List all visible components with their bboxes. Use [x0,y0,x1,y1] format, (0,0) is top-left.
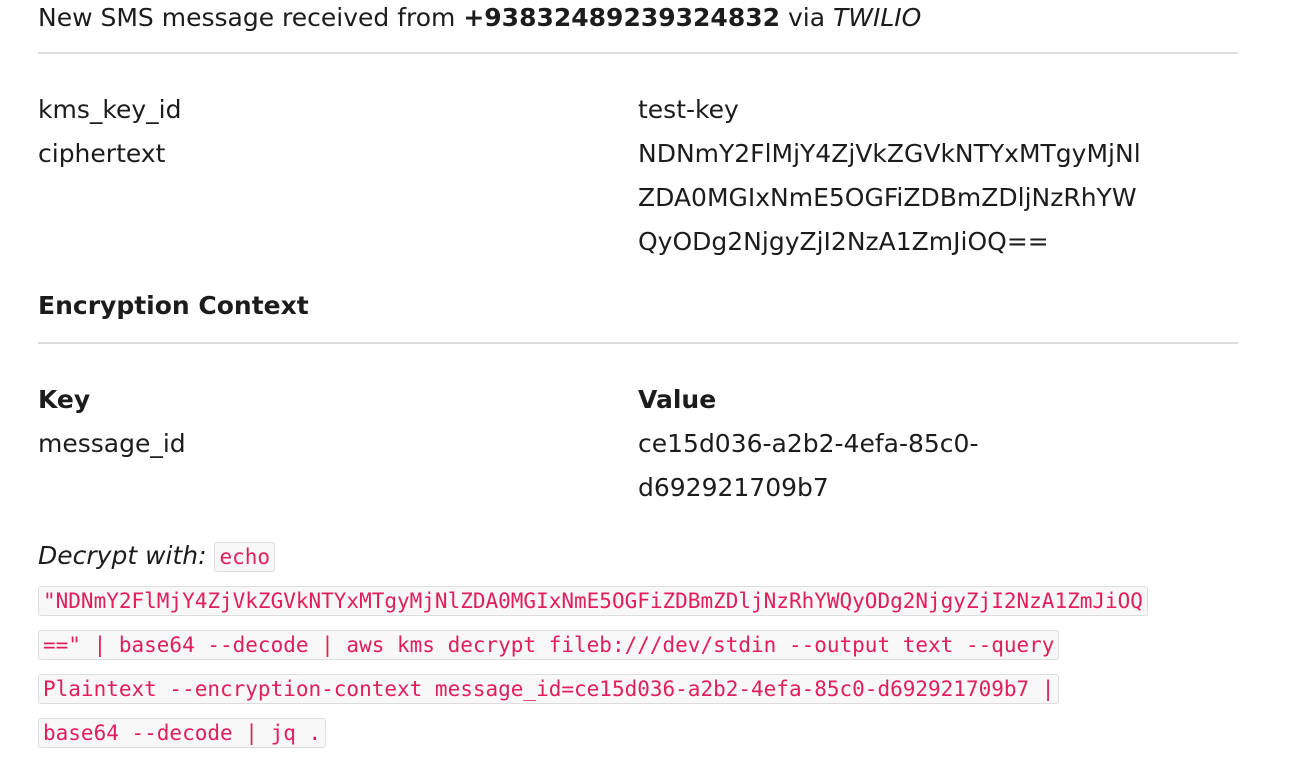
field-row-kms-key-id: kms_key_id test-key [38,88,1238,132]
fields-table: kms_key_id test-key ciphertext NDNmY2FlM… [38,88,1238,264]
context-value: ce15d036-a2b2-4efa-85c0- d692921709b7 [638,422,1238,510]
decrypt-line: "NDNmY2FlMjY4ZjVkZGVkNTYxMTgyMjNlZDA0MGI… [38,578,1314,622]
context-value-line: d692921709b7 [638,473,829,502]
headline-via: via [780,3,833,32]
sender-phone: +93832489239324832 [463,3,781,32]
value-column-header: Value [638,385,717,414]
provider-name: TWILIO [832,3,922,32]
table-header: Key Value [38,378,1238,422]
ciphertext-line: NDNmY2FlMjY4ZjVkZGVkNTYxMTgyMjNl [638,139,1141,168]
field-label: kms_key_id [38,95,182,124]
context-value-line: ce15d036-a2b2-4efa-85c0- [638,429,979,458]
ciphertext-line: QyODg2NjgyZjI2NzA1ZmJiOQ== [638,227,1049,256]
field-row-ciphertext: ciphertext NDNmY2FlMjY4ZjVkZGVkNTYxMTgyM… [38,132,1238,264]
decrypt-code[interactable]: ==" | base64 --decode | aws kms decrypt … [38,630,1060,660]
field-value: test-key [638,95,739,124]
encryption-context-heading: Encryption Context [38,291,309,320]
field-value: NDNmY2FlMjY4ZjVkZGVkNTYxMTgyMjNl ZDA0MGI… [638,132,1238,264]
decrypt-code[interactable]: Plaintext --encryption-context message_i… [38,674,1060,704]
decrypt-line: Plaintext --encryption-context message_i… [38,666,1314,710]
message-headline: New SMS message received from +938324892… [38,0,1238,36]
divider [38,52,1238,54]
decrypt-code[interactable]: echo [214,542,276,572]
encryption-context-table: Key Value message_id ce15d036-a2b2-4efa-… [38,378,1238,510]
decrypt-line: ==" | base64 --decode | aws kms decrypt … [38,622,1314,666]
table-row: message_id ce15d036-a2b2-4efa-85c0- d692… [38,422,1238,510]
message-card: New SMS message received from +938324892… [38,0,1238,510]
decrypt-code[interactable]: "NDNmY2FlMjY4ZjVkZGVkNTYxMTgyMjNlZDA0MGI… [38,586,1148,616]
decrypt-command-block: Decrypt with: echo "NDNmY2FlMjY4ZjVkZGVk… [38,534,1314,754]
decrypt-code[interactable]: base64 --decode | jq . [38,718,327,748]
context-key: message_id [38,429,186,458]
headline-prefix: New SMS message received from [38,3,464,32]
field-label: ciphertext [38,139,166,168]
key-column-header: Key [38,385,91,414]
divider [38,342,1238,344]
decrypt-label: Decrypt with: [38,541,207,570]
ciphertext-line: ZDA0MGIxNmE5OGFiZDBmZDljNzRhYW [638,183,1137,212]
decrypt-line: Decrypt with: echo [38,534,1314,578]
decrypt-line: base64 --decode | jq . [38,710,1314,754]
